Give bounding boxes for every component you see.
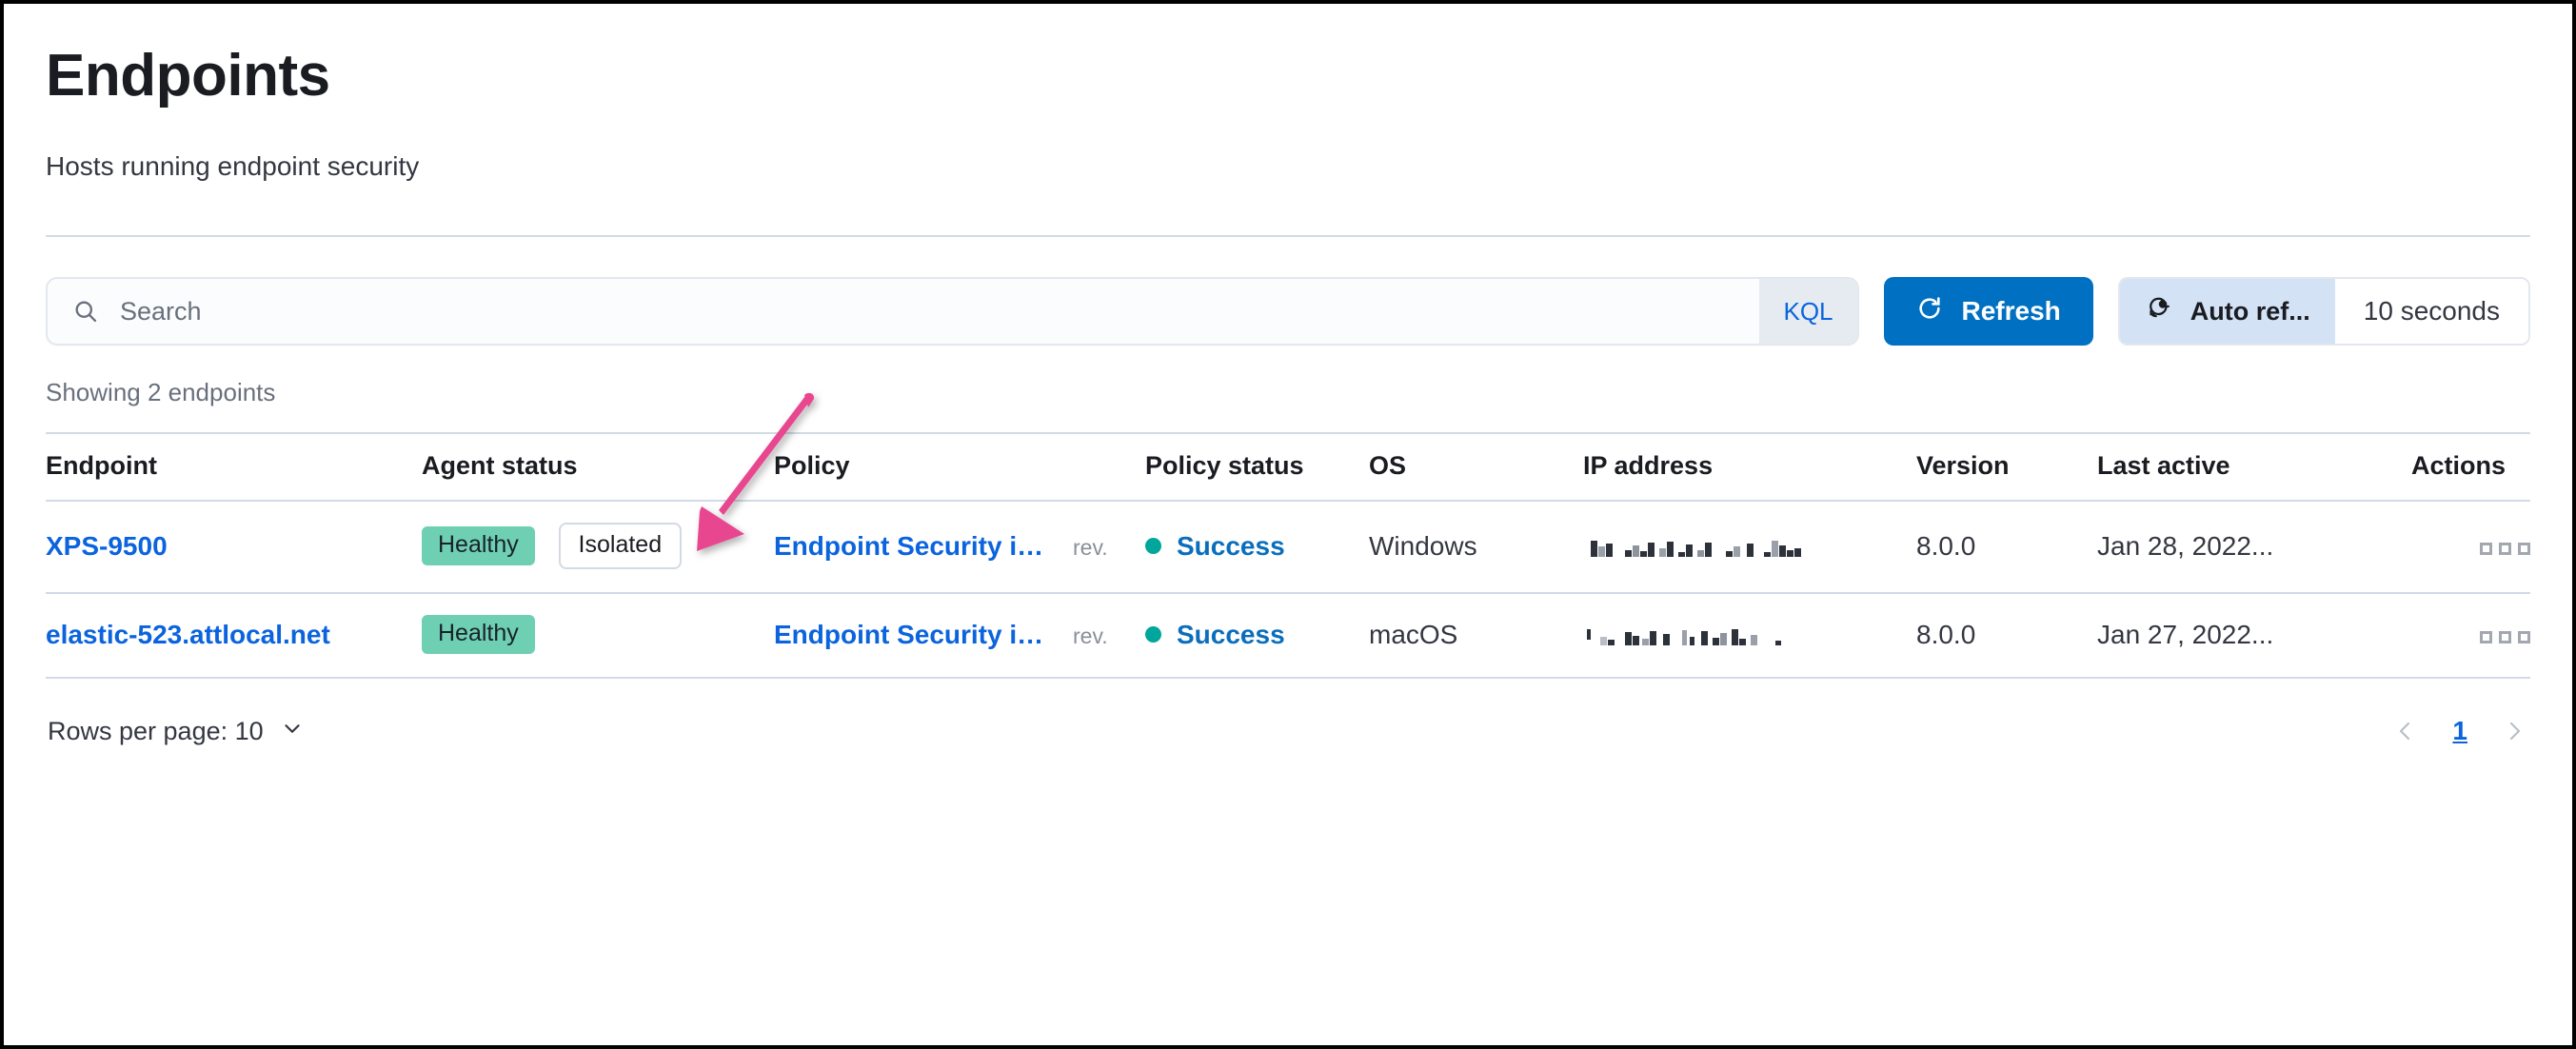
policy-link[interactable]: Endpoint Security int... xyxy=(774,620,1060,650)
column-header-ip-address[interactable]: IP address xyxy=(1583,432,1916,503)
column-header-agent-status[interactable]: Agent status xyxy=(422,432,774,503)
chevron-down-icon xyxy=(280,716,305,747)
cell-ip-address xyxy=(1583,501,1916,595)
column-header-last-active[interactable]: Last active xyxy=(2097,432,2411,503)
cell-actions xyxy=(2411,501,2530,595)
column-header-os[interactable]: OS xyxy=(1369,432,1583,503)
policy-revision: rev. xyxy=(1073,623,1108,648)
endpoints-page: Endpoints Hosts running endpoint securit… xyxy=(4,4,2572,1045)
auto-refresh-button[interactable]: Auto ref... xyxy=(2119,279,2335,345)
refresh-icon xyxy=(1916,295,1943,328)
cell-actions xyxy=(2411,593,2530,680)
kql-language-button[interactable]: KQL xyxy=(1759,279,1857,345)
cell-agent-status: Healthy Isolated xyxy=(422,501,774,595)
ip-address-redacted xyxy=(1583,623,1850,648)
policy-link[interactable]: Endpoint Security int... xyxy=(774,531,1060,562)
agent-status-badge: Healthy xyxy=(422,526,535,566)
page-number-1[interactable]: 1 xyxy=(2447,716,2473,746)
page-title: Endpoints xyxy=(46,43,330,109)
row-actions-menu-icon[interactable] xyxy=(2480,630,2530,643)
previous-page-icon[interactable] xyxy=(2391,715,2420,747)
policy-status-text[interactable]: Success xyxy=(1177,531,1285,562)
cell-policy: Endpoint Security int... rev. xyxy=(774,593,1145,680)
endpoints-table: Endpoint Agent status Policy Policy stat… xyxy=(46,432,2530,680)
status-dot-icon xyxy=(1145,538,1161,555)
cell-ip-address xyxy=(1583,593,1916,680)
clock-refresh-icon xyxy=(2145,294,2173,329)
next-page-icon[interactable] xyxy=(2500,715,2528,747)
column-header-version[interactable]: Version xyxy=(1916,432,2097,503)
auto-refresh-group: Auto ref... 10 seconds xyxy=(2117,277,2530,346)
column-header-actions: Actions xyxy=(2411,432,2530,503)
refresh-button[interactable]: Refresh xyxy=(1883,277,2093,346)
cell-endpoint: elastic-523.attlocal.net xyxy=(46,593,422,680)
search-bar[interactable]: KQL xyxy=(46,277,1859,346)
cell-agent-status: Healthy xyxy=(422,593,774,680)
endpoint-link[interactable]: elastic-523.attlocal.net xyxy=(46,620,330,649)
cell-last-active: Jan 27, 2022... xyxy=(2097,593,2411,680)
rows-per-page-label: Rows per page: 10 xyxy=(48,716,264,745)
cell-policy: Endpoint Security int... rev. xyxy=(774,501,1145,595)
cell-os: macOS xyxy=(1369,593,1583,680)
column-header-endpoint[interactable]: Endpoint xyxy=(46,432,422,503)
table-header-row: Endpoint Agent status Policy Policy stat… xyxy=(46,432,2530,503)
column-header-policy-status[interactable]: Policy status xyxy=(1145,432,1369,503)
table-row: XPS-9500 Healthy Isolated Endpoint Secur… xyxy=(46,501,2530,595)
toolbar: KQL Refresh xyxy=(46,277,2530,346)
showing-count: Showing 2 endpoints xyxy=(46,378,276,407)
ip-address-redacted xyxy=(1583,535,1850,560)
cell-last-active: Jan 28, 2022... xyxy=(2097,501,2411,595)
cell-os: Windows xyxy=(1369,501,1583,595)
refresh-label: Refresh xyxy=(1961,296,2061,327)
auto-refresh-interval[interactable]: 10 seconds xyxy=(2334,279,2528,345)
table-footer: Rows per page: 10 1 xyxy=(46,715,2530,747)
page-subtitle: Hosts running endpoint security xyxy=(46,151,420,182)
cell-version: 8.0.0 xyxy=(1916,501,2097,595)
cell-policy-status: Success xyxy=(1145,593,1369,680)
cell-endpoint: XPS-9500 xyxy=(46,501,422,595)
search-icon xyxy=(72,298,99,325)
table-row: elastic-523.attlocal.net Healthy Endpoin… xyxy=(46,593,2530,680)
cell-policy-status: Success xyxy=(1145,501,1369,595)
header-divider xyxy=(46,235,2530,238)
endpoint-link[interactable]: XPS-9500 xyxy=(46,531,168,561)
cell-version: 8.0.0 xyxy=(1916,593,2097,680)
table-head: Endpoint Agent status Policy Policy stat… xyxy=(46,432,2530,503)
isolated-badge: Isolated xyxy=(558,523,683,570)
column-header-policy[interactable]: Policy xyxy=(774,432,1145,503)
status-dot-icon xyxy=(1145,626,1161,643)
policy-status-text[interactable]: Success xyxy=(1177,620,1285,650)
search-input[interactable] xyxy=(120,279,1751,345)
row-actions-menu-icon[interactable] xyxy=(2480,542,2530,555)
agent-status-badge: Healthy xyxy=(422,615,535,655)
policy-revision: rev. xyxy=(1073,534,1108,560)
auto-refresh-label: Auto ref... xyxy=(2190,296,2310,326)
pagination: 1 xyxy=(2391,715,2528,747)
screenshot-root: Endpoints Hosts running endpoint securit… xyxy=(0,0,2576,1049)
rows-per-page-selector[interactable]: Rows per page: 10 xyxy=(48,716,305,747)
table-body: XPS-9500 Healthy Isolated Endpoint Secur… xyxy=(46,501,2530,680)
